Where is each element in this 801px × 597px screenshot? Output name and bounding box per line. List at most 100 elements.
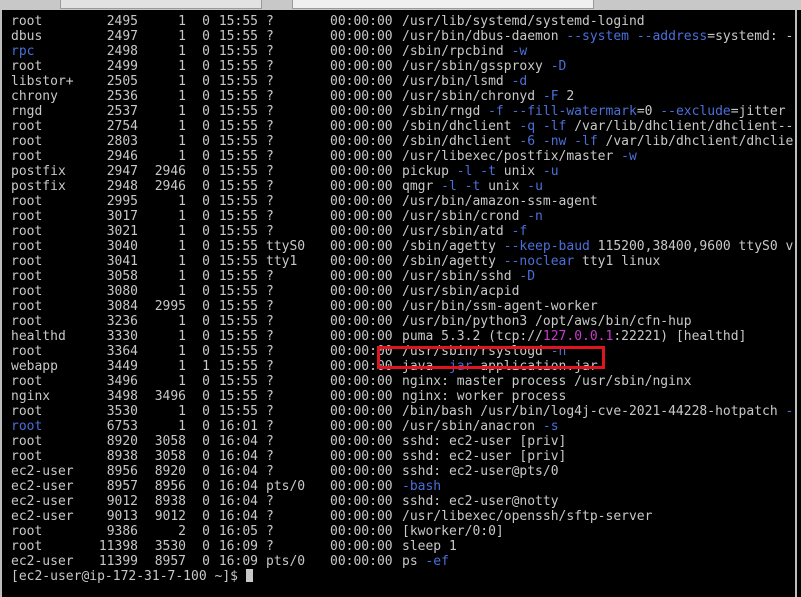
process-command: /sbin/rpcbind -w bbox=[402, 44, 527, 59]
process-pid: 9013 bbox=[106, 509, 138, 524]
command-segment: unix bbox=[480, 179, 528, 194]
process-time: 00:00:00 bbox=[330, 269, 393, 284]
process-time: 00:00:00 bbox=[330, 74, 393, 89]
process-pid: 11398 bbox=[98, 539, 138, 554]
command-segment: /sbin/agetty bbox=[402, 239, 504, 254]
process-tty: ? bbox=[266, 164, 274, 179]
process-command: /usr/libexec/openssh/sftp-server bbox=[402, 509, 652, 524]
process-cpu: 0 bbox=[202, 119, 210, 134]
process-user: root bbox=[11, 374, 43, 389]
process-pid: 2947 bbox=[106, 164, 138, 179]
process-ppid: 1 bbox=[178, 194, 186, 209]
process-ppid: 1 bbox=[178, 74, 186, 89]
process-time: 00:00:00 bbox=[330, 164, 393, 179]
process-time: 00:00:00 bbox=[330, 314, 393, 329]
process-ppid: 9012 bbox=[154, 509, 186, 524]
process-tty: ? bbox=[266, 494, 274, 509]
process-ppid: 3496 bbox=[154, 389, 186, 404]
process-command: ps -ef bbox=[402, 554, 449, 569]
process-pid: 2495 bbox=[106, 14, 138, 29]
process-row: dbus 2497 1 0 15:55? 00:00:00/usr/bin/dbus-da… bbox=[11, 29, 797, 44]
process-user: root bbox=[11, 419, 43, 434]
process-tty: ? bbox=[266, 14, 274, 29]
process-stime: 16:04 bbox=[218, 464, 258, 479]
process-cpu: 0 bbox=[202, 209, 210, 224]
process-command: /usr/bin/ssm-agent-worker bbox=[402, 299, 598, 314]
process-command: /sbin/dhclient -6 -nw -lf /var/lib/dhcli… bbox=[402, 134, 793, 149]
process-cpu: 0 bbox=[202, 434, 210, 449]
process-ppid: 1 bbox=[178, 149, 186, 164]
command-segment: tty1 linux bbox=[574, 254, 661, 269]
process-user: root bbox=[11, 149, 43, 164]
process-row: root 9386 2 0 16:05? 00:00:00 [kworker/0:0] bbox=[11, 524, 797, 539]
process-cpu: 0 bbox=[202, 299, 210, 314]
process-cpu: 0 bbox=[202, 254, 210, 269]
process-command: /usr/lib/systemd/systemd-logind bbox=[402, 14, 645, 29]
process-tty: ? bbox=[266, 104, 274, 119]
process-cpu: 0 bbox=[202, 449, 210, 464]
process-tty: ? bbox=[266, 269, 274, 284]
process-command: /bin/bash /usr/bin/log4j-cve-2021-44228-… bbox=[402, 404, 793, 419]
command-segment: :22221) [healthd] bbox=[613, 329, 747, 344]
process-ppid: 2946 bbox=[154, 179, 186, 194]
window-tab[interactable] bbox=[60, 0, 262, 9]
process-time: 00:00:00 bbox=[330, 284, 393, 299]
shell-prompt: [ec2-user@ip-172-31-7-100 ~]$ bbox=[11, 569, 246, 584]
process-command: nginx: master process /usr/sbin/nginx bbox=[402, 374, 692, 389]
process-user: chrony bbox=[11, 89, 58, 104]
process-pid: 3040 bbox=[106, 239, 138, 254]
command-segment: -l -t bbox=[456, 164, 496, 179]
process-time: 00:00:00 bbox=[330, 239, 393, 254]
process-tty: ? bbox=[266, 389, 274, 404]
process-user: root bbox=[11, 404, 43, 419]
process-row: nginx 3498 3496 0 15:55? 00:00:00 nginx: worke… bbox=[11, 389, 797, 404]
process-pid: 6753 bbox=[106, 419, 138, 434]
command-segment: -F bbox=[542, 89, 559, 104]
process-time: 00:00:00 bbox=[330, 89, 393, 104]
process-row: root 2499 1 0 15:55? 00:00:00/usr/sbin/gsspro… bbox=[11, 59, 797, 74]
process-cpu: 0 bbox=[202, 134, 210, 149]
process-tty: ? bbox=[266, 359, 274, 374]
process-row: ec2-user 8956 8920 0 16:04? 00:00:00 sshd: ec2… bbox=[11, 464, 797, 479]
process-tty: ? bbox=[266, 374, 274, 389]
process-pid: 2536 bbox=[106, 89, 138, 104]
process-cpu: 0 bbox=[202, 314, 210, 329]
process-row: root 3530 1 0 15:55? 00:00:00/bin/bash /usr/b… bbox=[11, 404, 797, 419]
process-tty: ? bbox=[266, 314, 274, 329]
process-cpu: 0 bbox=[202, 164, 210, 179]
process-stime: 16:04 bbox=[218, 494, 258, 509]
process-tty: ? bbox=[266, 194, 274, 209]
process-stime: 15:55 bbox=[218, 14, 258, 29]
process-ppid: 1 bbox=[178, 59, 186, 74]
process-user: root bbox=[11, 299, 43, 314]
process-tty: pts/0 bbox=[266, 554, 306, 569]
command-segment: /sbin/agetty bbox=[402, 254, 504, 269]
shell-prompt-line[interactable]: [ec2-user@ip-172-31-7-100 ~]$ bbox=[11, 569, 797, 584]
process-stime: 15:55 bbox=[218, 269, 258, 284]
process-tty: tty1 bbox=[266, 254, 298, 269]
process-ppid: 1 bbox=[178, 344, 186, 359]
process-ppid: 1 bbox=[178, 104, 186, 119]
process-ppid: 1 bbox=[178, 209, 186, 224]
process-pid: 9386 bbox=[106, 524, 138, 539]
process-pid: 3021 bbox=[106, 224, 138, 239]
command-segment: /usr/bin/python3 /opt/aws/bin/cfn-hup bbox=[402, 314, 692, 329]
process-time: 00:00:00 bbox=[330, 329, 393, 344]
process-user: root bbox=[11, 524, 43, 539]
process-time: 00:00:00 bbox=[330, 104, 393, 119]
process-user: postfix bbox=[11, 164, 66, 179]
command-segment: -bash bbox=[402, 479, 442, 494]
process-row: ec2-user 9013 9012 0 16:04? 00:00:00/usr/libe… bbox=[11, 509, 797, 524]
terminal-output[interactable]: root 2495 1 0 15:55? 00:00:00/usr/lib/systemd… bbox=[11, 14, 797, 584]
command-segment: -q -lf bbox=[519, 119, 567, 134]
process-pid: 3330 bbox=[106, 329, 138, 344]
process-time: 00:00:00 bbox=[330, 299, 393, 314]
process-stime: 16:04 bbox=[218, 479, 258, 494]
window-tab-active[interactable] bbox=[292, 0, 594, 9]
process-ppid: 3530 bbox=[154, 539, 186, 554]
process-user: dbus bbox=[11, 29, 43, 44]
process-row: root 2803 1 0 15:55? 00:00:00/sbin/dhclient -… bbox=[11, 134, 797, 149]
process-tty: ttyS0 bbox=[266, 239, 306, 254]
process-stime: 15:55 bbox=[218, 314, 258, 329]
process-pid: 2537 bbox=[106, 104, 138, 119]
